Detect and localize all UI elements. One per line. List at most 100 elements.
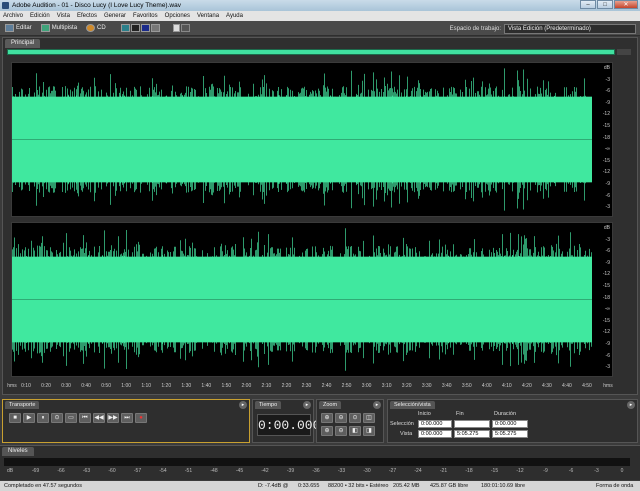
- time-ruler-label: 4:50: [582, 383, 592, 389]
- time-ruler-label: 4:40: [562, 383, 572, 389]
- selection-panel-menu[interactable]: ▸: [627, 401, 635, 409]
- zoom-in-vertical-icon[interactable]: ⊕: [321, 426, 333, 436]
- level-scale-label: -51: [184, 468, 193, 474]
- zoom-out-horizontal-icon[interactable]: ⊖: [335, 413, 347, 423]
- play-from-cursor-button[interactable]: ⊙: [51, 413, 63, 423]
- tab-zoom[interactable]: Zoom: [319, 401, 342, 409]
- selection-duration-field[interactable]: 0:00.000: [492, 420, 528, 428]
- time-panel: Tiempo ▸ 0:00.000: [252, 399, 320, 443]
- overview-bar[interactable]: [7, 49, 615, 55]
- tab-tiempo[interactable]: Tiempo: [255, 401, 282, 409]
- workspace-dropdown[interactable]: Vista Edición (Predeterminado): [504, 23, 636, 34]
- view-duration-field[interactable]: 5:05.275: [492, 430, 528, 438]
- transport-panel-menu[interactable]: ▸: [239, 401, 247, 409]
- minimize-button[interactable]: –: [580, 0, 596, 9]
- close-button[interactable]: ✕: [614, 0, 638, 9]
- time-ruler-label: 4:10: [501, 383, 512, 389]
- edit-view-button[interactable]: Editar: [3, 23, 34, 34]
- time-ruler-label: 3:20: [401, 383, 412, 389]
- time-ruler-label: 2:20: [281, 383, 292, 389]
- db-scale-label: -6: [605, 248, 610, 255]
- maximize-button[interactable]: □: [597, 0, 613, 9]
- zoom-right-edge-icon[interactable]: ◨: [363, 426, 375, 436]
- level-scale-label: -39: [286, 468, 295, 474]
- level-meter: [4, 458, 630, 466]
- cd-view-button[interactable]: CD: [84, 23, 108, 34]
- time-ruler-label: 3:30: [421, 383, 432, 389]
- selection-view-panel: Selección/vista ▸ Inicio Fin Duración Se…: [387, 399, 638, 443]
- time-ruler-label: 0:40: [81, 383, 91, 389]
- view-end-field[interactable]: 5:05.275: [454, 430, 490, 438]
- level-scale-label: -9: [543, 468, 548, 474]
- selection-end-field[interactable]: [454, 420, 490, 428]
- time-panel-menu[interactable]: ▸: [303, 401, 311, 409]
- time-ruler-label: 4:20: [521, 383, 532, 389]
- stop-button[interactable]: ■: [9, 413, 21, 423]
- time-ruler-label: 3:10: [381, 383, 392, 389]
- waveform-right-channel[interactable]: dB -3 -6 -9 -12 -15 -18 -∞ -15 -12 -9 -6 -3: [11, 222, 613, 377]
- loop-button[interactable]: ▭: [65, 413, 77, 423]
- time-ruler-label: 2:10: [261, 383, 272, 389]
- zoom-panel-menu[interactable]: ▸: [373, 401, 381, 409]
- db-scale-label: -12: [602, 169, 610, 176]
- waveform-view-icon[interactable]: [120, 24, 130, 32]
- time-ruler[interactable]: hms 0:10 0:20 0:30 0:40 0:50 1:00 1:10 1:20 1:30 1…: [6, 381, 614, 391]
- db-scale-label: -18: [602, 134, 610, 141]
- edit-view-icon: [5, 24, 14, 32]
- menu-generar[interactable]: Generar: [104, 13, 126, 19]
- view-start-field[interactable]: 0:00.000: [418, 430, 452, 438]
- tab-transporte[interactable]: Transporte: [5, 401, 40, 409]
- menu-ayuda[interactable]: Ayuda: [226, 13, 243, 19]
- go-to-start-button[interactable]: ⏮: [79, 413, 91, 423]
- bottom-panels: Transporte ▸ ■ ▶ ⏸ ⊙ ▭ ⏮ ◀◀ ▶▶ ⏭ ● Tiemp…: [0, 397, 640, 445]
- multitrack-label: Multipista: [51, 25, 78, 31]
- spectral-pan-icon[interactable]: [140, 24, 150, 32]
- level-scale-label: -30: [363, 468, 371, 474]
- play-button[interactable]: ▶: [23, 413, 35, 423]
- rewind-button[interactable]: ◀◀: [93, 413, 105, 423]
- zoom-full-icon[interactable]: ⊙: [349, 413, 361, 423]
- transport-panel: Transporte ▸ ■ ▶ ⏸ ⊙ ▭ ⏮ ◀◀ ▶▶ ⏭ ●: [2, 399, 250, 443]
- spectral-view-icon[interactable]: [130, 24, 140, 32]
- multitrack-view-button[interactable]: Multipista: [39, 23, 79, 34]
- audition-app-icon: [2, 2, 9, 9]
- vertical-zoom-control[interactable]: [617, 49, 631, 55]
- time-selection-tool-icon[interactable]: [172, 24, 180, 32]
- menu-archivo[interactable]: Archivo: [3, 13, 23, 19]
- selection-start-field[interactable]: 0:00.000: [418, 420, 452, 428]
- db-scale-label: -9: [605, 259, 610, 266]
- level-scale-label: -6: [568, 468, 574, 474]
- record-button[interactable]: ●: [135, 413, 147, 423]
- cd-icon: [86, 24, 96, 32]
- db-scale-right: dB -3 -6 -9 -12 -15 -18 -∞ -15 -12 -9 -6 -3: [590, 223, 612, 378]
- db-scale-label: -6: [605, 352, 610, 359]
- db-scale-label: -15: [602, 123, 610, 129]
- menu-opciones[interactable]: Opciones: [165, 13, 190, 19]
- db-scale-label: -3: [605, 364, 610, 371]
- time-ruler-label: hms: [603, 383, 613, 389]
- menu-vista[interactable]: Vista: [57, 13, 70, 19]
- tab-seleccion-vista[interactable]: Selección/vista: [390, 401, 435, 409]
- go-to-end-button[interactable]: ⏭: [121, 413, 133, 423]
- level-scale-label: -15: [490, 468, 499, 474]
- fast-forward-button[interactable]: ▶▶: [107, 413, 119, 423]
- time-ruler-label: 0:50: [101, 383, 111, 389]
- pause-button[interactable]: ⏸: [37, 413, 49, 423]
- edit-view-label: Editar: [16, 25, 32, 31]
- zoom-left-edge-icon[interactable]: ◧: [349, 426, 361, 436]
- zoom-selection-icon[interactable]: ◫: [363, 413, 375, 423]
- time-ruler-label: 2:40: [321, 383, 332, 389]
- waveform-left-channel[interactable]: dB -3 -6 -9 -12 -15 -18 -∞ -15 -12 -9 -6 -3: [11, 62, 613, 217]
- menu-favoritos[interactable]: Favoritos: [133, 13, 158, 19]
- menu-ventana[interactable]: Ventana: [197, 13, 219, 19]
- tab-principal[interactable]: Principal: [5, 39, 41, 48]
- menu-efectos[interactable]: Efectos: [77, 13, 97, 19]
- spectral-phase-icon[interactable]: [150, 24, 160, 32]
- menu-edicion[interactable]: Edición: [30, 13, 50, 19]
- level-scale-label: -63: [82, 468, 91, 474]
- waveform-right-svg: [12, 226, 592, 373]
- zoom-out-vertical-icon[interactable]: ⊖: [335, 426, 347, 436]
- marquee-tool-icon[interactable]: [180, 24, 190, 32]
- tab-niveles[interactable]: Niveles: [2, 447, 34, 456]
- zoom-in-horizontal-icon[interactable]: ⊕: [321, 413, 333, 423]
